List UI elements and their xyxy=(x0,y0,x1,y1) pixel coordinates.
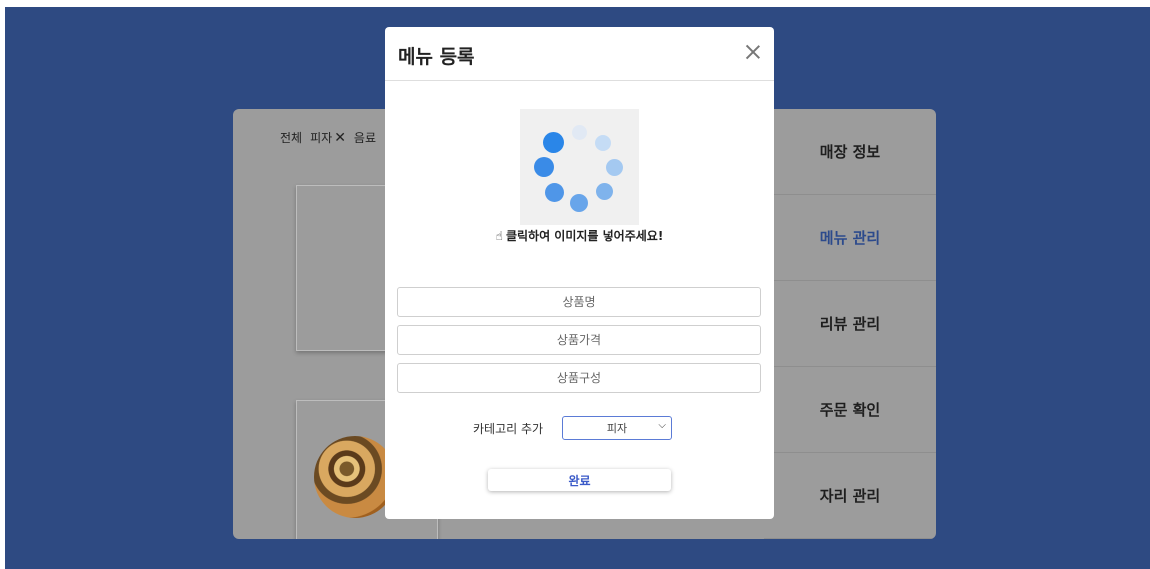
image-upload-area[interactable] xyxy=(520,109,639,225)
menu-register-modal: 메뉴 등록 ☝클릭하여 이미지를 넣어주세요! 카테고리 추가 피자 ⌵ 완료 xyxy=(385,27,774,519)
sidebar-item-order-check[interactable]: 주문 확인 xyxy=(764,367,936,453)
sidebar-item-seat-management[interactable]: 자리 관리 xyxy=(764,453,936,539)
remove-filter-icon[interactable]: ✕ xyxy=(334,130,346,146)
product-composition-input[interactable] xyxy=(397,363,761,393)
product-price-input[interactable] xyxy=(397,325,761,355)
category-select[interactable]: 피자 ⌵ xyxy=(562,416,672,440)
category-selected-value: 피자 xyxy=(606,422,628,435)
sidebar-item-review-management[interactable]: 리뷰 관리 xyxy=(764,281,936,367)
pizza-image xyxy=(314,436,396,518)
filter-pizza[interactable]: 피자 xyxy=(310,131,332,145)
product-name-input[interactable] xyxy=(397,287,761,317)
category-filter-bar: 전체 피자 ✕ 음료 xyxy=(280,129,384,146)
pointing-hand-icon: ☝ xyxy=(495,229,503,243)
sidebar-item-menu-management[interactable]: 메뉴 관리 xyxy=(764,195,936,281)
image-upload-hint: ☝ 클릭하여 이미지를 넣어주세요! xyxy=(495,229,664,243)
modal-title: 메뉴 등록 xyxy=(398,46,475,68)
filter-all[interactable]: 전체 xyxy=(280,131,302,145)
category-label: 카테고리 추가 xyxy=(473,422,544,436)
filter-drink[interactable]: 음료 xyxy=(354,131,376,145)
chevron-down-icon: ⌵ xyxy=(658,420,666,431)
sidebar: 매장 정보 메뉴 관리 리뷰 관리 주문 확인 자리 관리 xyxy=(764,109,936,539)
close-icon[interactable] xyxy=(742,41,764,63)
modal-header: 메뉴 등록 xyxy=(385,27,774,81)
done-button[interactable]: 완료 xyxy=(488,469,671,491)
sidebar-item-store-info[interactable]: 매장 정보 xyxy=(764,109,936,195)
